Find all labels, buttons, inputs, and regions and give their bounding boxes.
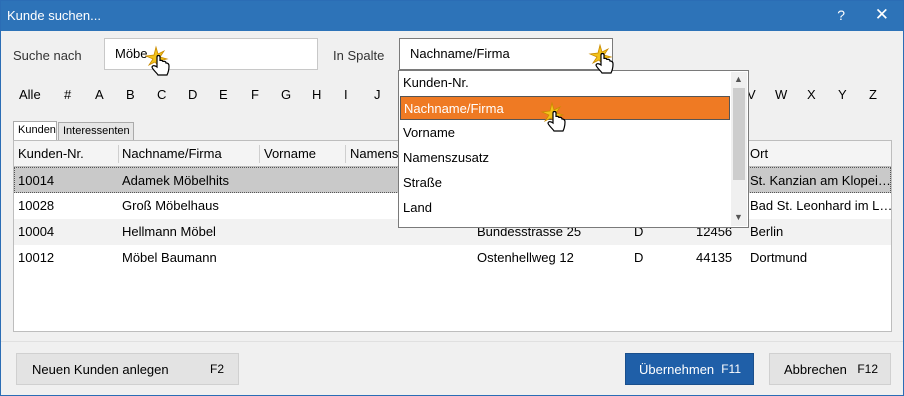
col-kunden-nr[interactable]: Kunden-Nr. [18,146,84,161]
close-icon[interactable]: ✕ [875,5,889,25]
scrollbar-thumb[interactable] [733,88,745,180]
alpha-d[interactable]: D [188,87,197,102]
accept-shortcut: F11 [721,362,741,376]
alpha-a[interactable]: A [95,87,104,102]
cell-zip: 44135 [696,250,733,265]
alpha-c[interactable]: C [157,87,166,102]
dropdown-option[interactable]: Kunden-Nr. [400,71,730,95]
column-separator [118,145,119,163]
dropdown-option[interactable]: Namenszusatz [400,146,730,170]
dropdown-option-label: Land [403,200,432,215]
cell-city: St. Kanzian am Klopei… [750,173,891,188]
alpha-z[interactable]: Z [869,87,877,102]
cancel-button[interactable]: Abbrechen F12 [769,353,891,385]
col-namenszusatz[interactable]: Namens [350,146,398,161]
tab-kunden[interactable]: Kunden [13,121,57,140]
dropdown-scrollbar[interactable]: ▲ ▼ [731,72,747,226]
tab-kunden-label: Kunden [18,124,56,136]
alpha-y[interactable]: Y [838,87,847,102]
cell-nr: 10004 [18,224,55,239]
dropdown-option-label: Namenszusatz [403,150,489,165]
cell-street: Ostenhellweg 12 [477,250,574,265]
alpha-e[interactable]: E [219,87,228,102]
accept-label: Übernehmen [639,362,715,377]
table-row[interactable]: 10012 Möbel Baumann Ostenhellweg 12 D 44… [14,245,891,271]
cell-name: Hellmann Möbel [122,224,216,239]
new-customer-label: Neuen Kunden anlegen [32,362,169,377]
dialog-footer: Neuen Kunden anlegen F2 Übernehmen F11 A… [1,341,903,395]
dropdown-option[interactable]: Land [400,196,730,220]
column-select-value: Nachname/Firma [410,46,510,61]
column-dropdown-list: Kunden-Nr. Nachname/Firma Vorname Namens… [398,70,749,228]
cell-city: Bad St. Leonhard im L… [750,198,893,213]
cell-name: Groß Möbelhaus [122,198,219,213]
alpha-all[interactable]: Alle [19,87,41,102]
scroll-up-icon[interactable]: ▲ [734,74,743,84]
accept-button[interactable]: Übernehmen F11 [625,353,754,385]
cell-city: Dortmund [750,250,808,265]
cell-nr: 10028 [18,198,55,213]
col-nachname[interactable]: Nachname/Firma [122,146,222,161]
dropdown-option-label: Straße [403,175,443,190]
dialog-title: Kunde suchen... [7,8,101,23]
alpha-i[interactable]: I [344,87,348,102]
scroll-down-icon[interactable]: ▼ [734,212,743,222]
alpha-h[interactable]: H [312,87,321,102]
alpha-w[interactable]: W [775,87,787,102]
cancel-label: Abbrechen [784,362,847,377]
cell-name: Adamek Möbelhits [122,173,229,188]
alpha-hash[interactable]: # [64,87,71,102]
search-input[interactable]: Möbe [104,38,318,70]
alpha-b[interactable]: B [126,87,135,102]
cell-city: Berlin [750,224,784,239]
dropdown-option-label: Nachname/Firma [404,101,504,116]
col-ort[interactable]: Ort [750,146,768,161]
dropdown-option[interactable]: Straße [400,171,730,195]
dropdown-option-label: Vorname [403,125,456,140]
tab-interessenten-label: Interessenten [63,125,130,137]
cell-name: Möbel Baumann [122,250,217,265]
hand-cursor-icon [144,45,170,76]
dialog-window: Kunde suchen... ? ✕ Suche nach Möbe In S… [0,0,904,396]
cell-country: D [634,250,644,265]
cell-nr: 10014 [18,173,55,188]
alpha-j[interactable]: J [374,87,381,102]
cell-nr: 10012 [18,250,55,265]
dropdown-option-label: Kunden-Nr. [403,75,469,90]
search-label: Suche nach [13,48,82,63]
new-customer-shortcut: F2 [209,362,224,376]
column-separator [345,145,346,163]
column-separator [259,145,260,163]
help-button[interactable]: ? [837,7,845,23]
title-bar: Kunde suchen... ? ✕ [1,1,903,31]
alpha-g[interactable]: G [281,87,291,102]
column-label: In Spalte [333,48,385,63]
hand-cursor-icon [540,101,566,132]
alpha-f[interactable]: F [251,87,259,102]
alpha-x[interactable]: X [807,87,816,102]
hand-cursor-icon [588,43,614,74]
cancel-shortcut: F12 [857,362,878,376]
tab-interessenten[interactable]: Interessenten [58,122,134,140]
new-customer-button[interactable]: Neuen Kunden anlegen F2 [16,353,239,385]
column-select[interactable]: Nachname/Firma [399,38,613,70]
col-vorname[interactable]: Vorname [264,146,316,161]
